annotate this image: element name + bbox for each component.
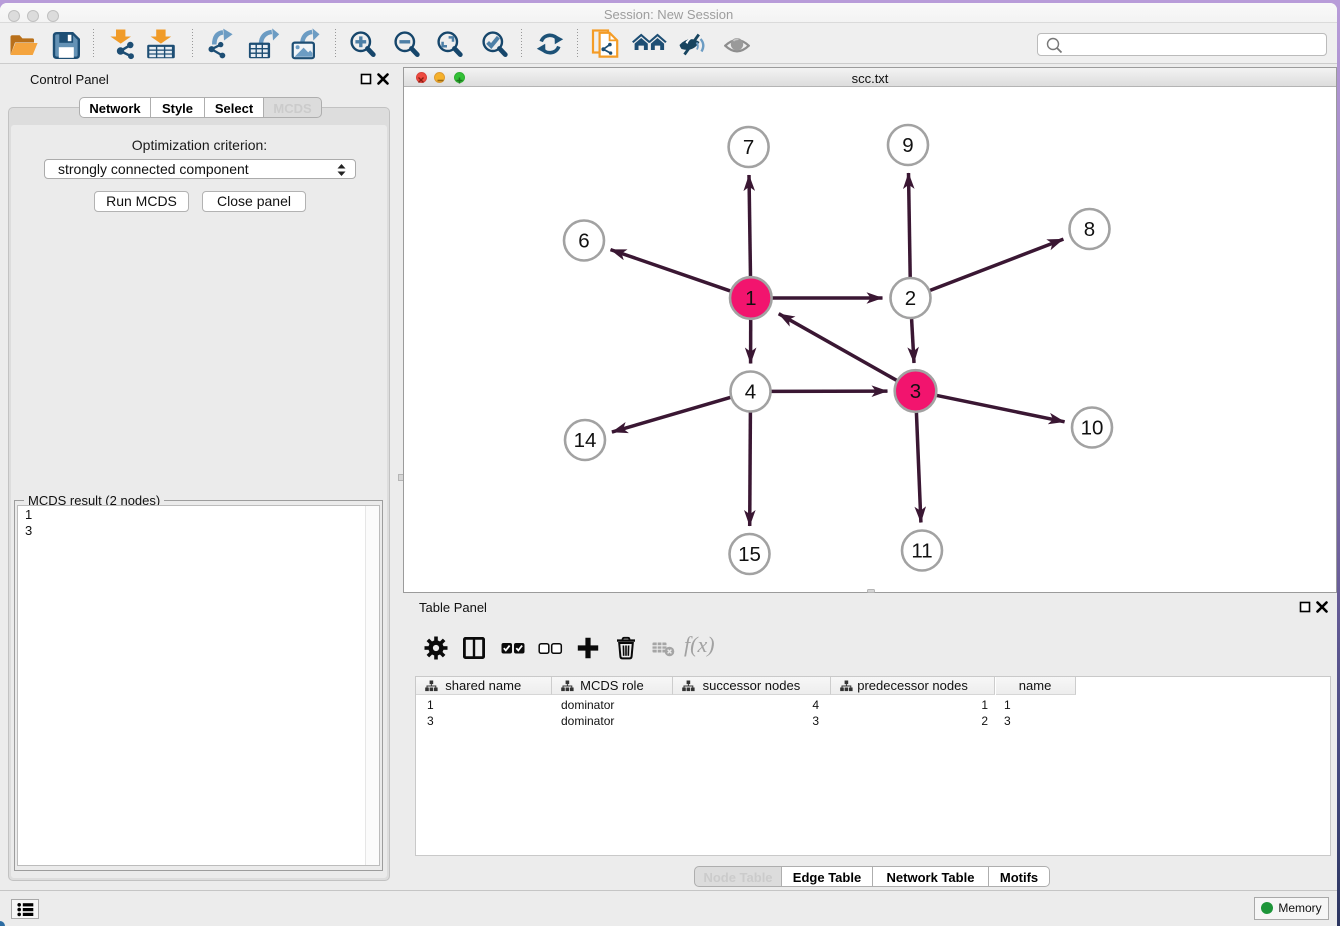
svg-text:2: 2 (905, 287, 916, 310)
svg-text:8: 8 (1084, 218, 1095, 241)
svg-text:15: 15 (738, 543, 761, 566)
svg-text:14: 14 (574, 429, 597, 452)
svg-text:11: 11 (911, 540, 932, 563)
svg-text:7: 7 (743, 136, 754, 159)
svg-text:9: 9 (902, 134, 913, 157)
svg-text:4: 4 (745, 381, 756, 404)
svg-text:3: 3 (910, 380, 921, 403)
svg-text:10: 10 (1081, 417, 1104, 440)
svg-text:6: 6 (578, 230, 589, 253)
svg-text:1: 1 (745, 287, 756, 310)
